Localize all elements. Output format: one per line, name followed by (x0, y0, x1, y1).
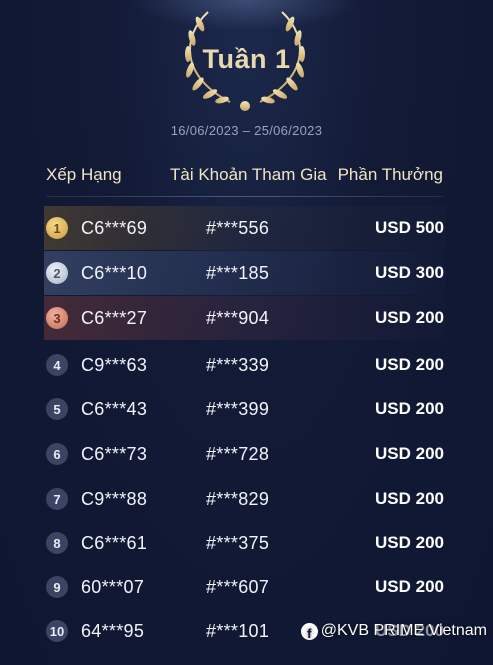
participant-id: C9***63 (81, 354, 148, 375)
week-title: Tuần 1 (202, 44, 291, 74)
rank-badge: 10 (46, 620, 68, 642)
reward-amount: USD 300 (375, 263, 444, 282)
table-row: 1 C6***69 #***556 USD 500 (44, 206, 446, 250)
reward-amount: USD 500 (375, 218, 444, 237)
reward-amount: USD 200 (375, 308, 444, 327)
participant-id: C6***61 (81, 532, 148, 553)
account-number: #***607 (206, 576, 270, 597)
facebook-icon: f (300, 622, 318, 640)
participant-id: C6***73 (81, 443, 148, 464)
rank-badge: 5 (46, 398, 68, 420)
header-account: Tài Khoản Tham Gia (170, 165, 327, 184)
participant-id: C6***10 (81, 262, 148, 283)
rank-badge-bronze: 3 (46, 307, 68, 329)
rank-badge-gold: 1 (46, 217, 68, 239)
rank-badge: 9 (46, 576, 68, 598)
table-row: 4 C9***63 #***339 USD 200 (44, 343, 446, 387)
participant-id: C6***27 (81, 307, 148, 328)
header-divider (46, 196, 443, 197)
participant-id: C6***69 (81, 217, 148, 238)
reward-amount: USD 200 (375, 577, 444, 596)
rank-badge: 8 (46, 532, 68, 554)
rank-badge-silver: 2 (46, 262, 68, 284)
table-row: 7 C9***88 #***829 USD 200 (44, 477, 446, 521)
reward-amount: USD 200 (375, 399, 444, 418)
header-reward: Phần Thưởng (337, 165, 443, 184)
participant-id: 64***95 (81, 620, 145, 641)
participant-id: 60***07 (81, 576, 145, 597)
table-row: 9 60***07 #***607 USD 200 (44, 565, 446, 609)
rank-badge: 7 (46, 488, 68, 510)
date-range: 16/06/2023 – 25/06/2023 (170, 123, 323, 138)
account-number: #***375 (206, 532, 270, 553)
rank-badge: 6 (46, 443, 68, 465)
account-number: #***339 (206, 354, 270, 375)
account-number: #***185 (206, 262, 270, 283)
table-row: 3 C6***27 #***904 USD 200 (44, 296, 446, 340)
reward-amount: USD 200 (375, 444, 444, 463)
account-number: #***904 (206, 307, 270, 328)
reward-amount: USD 200 (375, 355, 444, 374)
table-row: 5 C6***43 #***399 USD 200 (44, 387, 446, 431)
header-rank: Xếp Hạng (46, 165, 122, 184)
rank-badge: 4 (46, 354, 68, 376)
reward-amount: USD 200 (375, 533, 444, 552)
reward-amount: USD 200 (375, 489, 444, 508)
watermark: f @KVB PRIME Vietnam (300, 622, 487, 640)
participant-id: C9***88 (81, 488, 148, 509)
account-number: #***728 (206, 443, 270, 464)
account-number: #***101 (206, 620, 270, 641)
watermark-text: @KVB PRIME Vietnam (320, 622, 487, 639)
table-row: 8 C6***61 #***375 USD 200 (44, 521, 446, 565)
table-header: Xếp Hạng Tài Khoản Tham Gia Phần Thưởng (46, 165, 443, 195)
participant-id: C6***43 (81, 398, 148, 419)
account-number: #***829 (206, 488, 270, 509)
account-number: #***399 (206, 398, 270, 419)
table-row: 6 C6***73 #***728 USD 200 (44, 432, 446, 476)
table-row: 2 C6***10 #***185 USD 300 (44, 251, 446, 295)
account-number: #***556 (206, 217, 270, 238)
